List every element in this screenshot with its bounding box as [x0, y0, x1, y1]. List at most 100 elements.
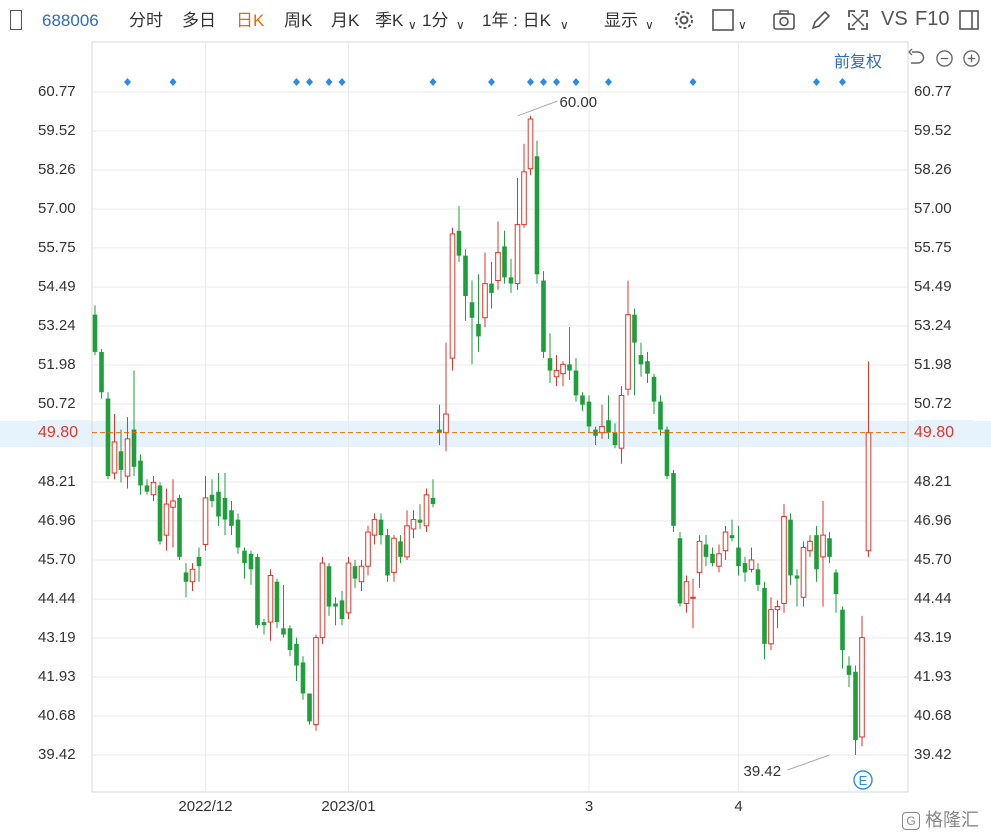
low-price-label: 39.42: [744, 763, 782, 780]
candle-body-up: [410, 519, 417, 530]
candle-body-up: [553, 370, 560, 378]
candle-body-down: [196, 556, 202, 567]
candle-body-up: [599, 425, 605, 434]
candle-body-down: [183, 572, 189, 582]
candle-body-down: [333, 603, 338, 607]
candle-body-down: [833, 572, 839, 595]
plot-frame: [91, 41, 909, 793]
event-marker-icon: [325, 78, 333, 86]
candle-body-down: [209, 494, 215, 501]
y-tick-label-right: 48.21: [914, 473, 952, 491]
event-marker-icon: [540, 78, 547, 86]
current-price-tag-left: 49.80: [38, 419, 90, 446]
candle-body-up: [696, 540, 703, 573]
candle-body-down: [274, 581, 280, 623]
candle-body-down: [677, 538, 683, 604]
candle-body-up: [560, 363, 566, 375]
event-marker-icon: [338, 78, 346, 86]
candle-body-up: [495, 252, 501, 281]
y-tick-label-left: 60.77: [38, 83, 76, 100]
y-tick-label-left: 58.26: [38, 160, 76, 178]
y-tick-label-right: 57.00: [914, 200, 952, 218]
e-badge-letter: E: [859, 773, 868, 788]
y-tick-label-right: 59.52: [914, 121, 952, 139]
candle-body-down: [547, 358, 553, 371]
event-marker-icon: [813, 78, 820, 86]
candle-body-down: [307, 693, 312, 722]
high-price-label: 60.00: [560, 94, 598, 111]
candle-body-up: [170, 500, 176, 508]
x-tick-label: 3: [584, 798, 594, 815]
event-marker-icon: [572, 78, 580, 86]
candle-body-up: [514, 224, 521, 285]
y-tick-label-left: 53.24: [38, 316, 76, 334]
event-marker-icon: [429, 78, 437, 86]
candle-body-down: [138, 460, 143, 486]
event-marker-icon: [553, 78, 560, 86]
high-leader-line: [517, 100, 558, 117]
y-tick-label-left: 40.68: [38, 706, 76, 724]
x-tick-label: 2023/01: [321, 798, 376, 815]
candle-body-down: [339, 600, 345, 619]
candle-body-down: [573, 370, 579, 396]
candle-body-down: [242, 550, 247, 564]
candle-body-up: [404, 525, 410, 558]
candle-body-down: [118, 451, 124, 470]
candle-body-up: [521, 171, 527, 226]
candle-body-down: [658, 401, 663, 430]
candle-body-up: [391, 537, 397, 573]
candle-body-down: [99, 351, 104, 393]
candle-body-down: [502, 246, 507, 278]
candle-body-up: [748, 559, 755, 570]
candle-body-up: [690, 596, 696, 599]
candle-body-down: [378, 519, 384, 536]
event-marker-icon: [306, 78, 313, 86]
candle-body-down: [476, 323, 481, 337]
y-tick-label-left: 39.42: [38, 746, 76, 763]
candle-body-down: [456, 230, 462, 256]
candle-body-up: [345, 562, 352, 614]
candle-body-down: [736, 547, 741, 567]
y-tick-label-right: 54.49: [914, 278, 952, 296]
candle-body-down: [255, 556, 260, 626]
event-marker-icon: [169, 78, 177, 86]
candle-body-down: [177, 497, 182, 557]
candle-body-up: [618, 394, 625, 449]
y-tick-label-left: 55.75: [38, 238, 76, 256]
candle-body-down: [469, 302, 475, 318]
candle-body-down: [105, 398, 111, 477]
candle-body-up: [365, 531, 371, 567]
y-tick-label-right: 58.26: [914, 160, 952, 178]
watermark-logo: G 格隆汇: [902, 806, 979, 832]
event-marker-icon: [527, 78, 534, 86]
y-tick-label-right: 50.72: [914, 395, 952, 413]
candle-body-up: [625, 314, 631, 390]
candle-body-down: [840, 609, 845, 651]
y-tick-label-left: 57.00: [38, 200, 76, 218]
candle-body-up: [189, 568, 196, 583]
candle-body-down: [261, 622, 267, 626]
candle-body-down: [814, 535, 819, 570]
candle-body-down: [580, 395, 585, 405]
y-tick-label-left: 50.72: [38, 395, 76, 413]
candle-body-down: [222, 497, 228, 520]
candle-body-down: [794, 575, 800, 579]
event-marker-icon: [124, 78, 131, 86]
candle-body-down: [710, 553, 715, 564]
candle-body-up: [443, 413, 449, 434]
candle-body-up: [722, 531, 729, 552]
candle-body-up: [683, 581, 690, 604]
candlestick-chart[interactable]: 60.00 39.42 E: [0, 0, 991, 839]
candle-body-up: [527, 118, 534, 170]
candle-body-down: [827, 538, 832, 557]
candle-body-down: [92, 314, 98, 352]
candle-body-up: [163, 503, 170, 536]
candle-body-up: [358, 565, 365, 583]
y-tick-label-right: 60.77: [914, 83, 952, 100]
candle-body-down: [326, 566, 332, 607]
x-tick-label: 4: [734, 798, 743, 815]
candle-body-down: [248, 553, 254, 570]
y-tick-label-right: 43.19: [914, 628, 952, 646]
y-tick-label-left: 51.98: [38, 355, 76, 373]
y-tick-label-right: 55.75: [914, 238, 952, 256]
